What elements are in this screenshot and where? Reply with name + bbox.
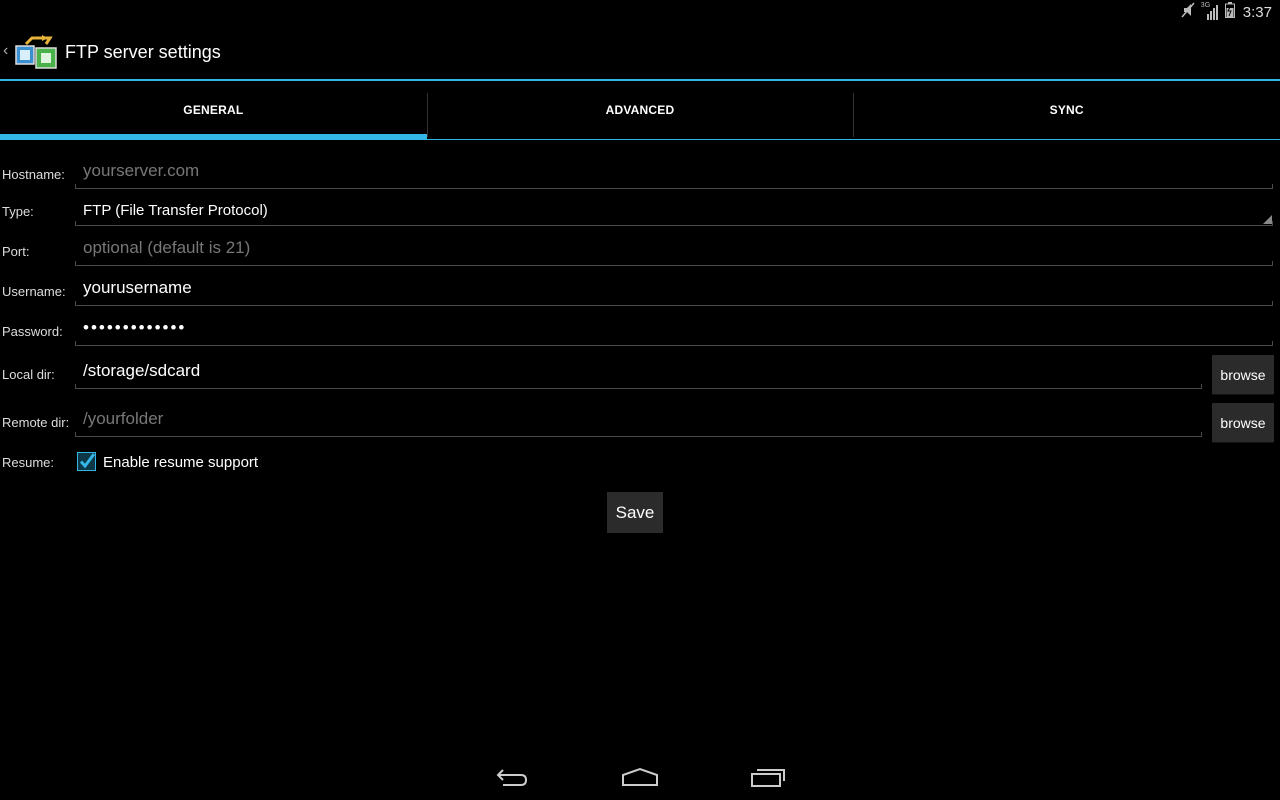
battery-icon [1224,2,1235,23]
chevron-left-icon[interactable]: ‹ [3,42,8,60]
status-icons: 3G 3:37 [1181,2,1272,23]
remote-dir-field[interactable]: /yourfolder [75,409,1202,437]
resume-checkbox-label[interactable]: Enable resume support [103,454,258,471]
hostname-placeholder: yourserver.com [83,161,200,180]
signal-icon: 3G [1200,2,1219,21]
local-dir-browse-button[interactable]: browse [1212,355,1274,395]
navigation-bar [0,752,1280,800]
local-dir-field[interactable]: /storage/sdcard [75,361,1202,389]
tab-sync[interactable]: SYNC [853,91,1280,139]
port-placeholder: optional (default is 21) [83,238,251,257]
hostname-label: Hostname: [2,167,65,182]
status-clock: 3:37 [1242,4,1272,21]
remote-dir-placeholder: /yourfolder [83,409,164,428]
mute-icon [1181,2,1195,23]
tab-bar: GENERAL ADVANCED SYNC [0,91,1280,140]
network-type-label: 3G [1200,2,1211,9]
password-value: ••••••••••••• [83,318,187,337]
tab-label: GENERAL [183,103,244,117]
dropdown-corner-icon [1263,215,1272,224]
home-icon[interactable] [620,762,660,792]
username-label: Username: [2,284,66,299]
local-dir-label: Local dir: [2,367,55,382]
status-bar: 3G 3:37 [0,0,1280,25]
type-spinner[interactable]: FTP (File Transfer Protocol) [75,200,1273,226]
tab-general[interactable]: GENERAL [0,91,427,139]
page-title: FTP server settings [65,42,221,62]
type-label: Type: [2,204,34,219]
password-label: Password: [2,324,63,339]
local-dir-value: /storage/sdcard [83,361,201,380]
tab-label: ADVANCED [605,103,675,117]
port-field[interactable]: optional (default is 21) [75,238,1273,266]
save-button[interactable]: Save [607,492,663,533]
username-value: yourusername [83,278,192,297]
resume-label: Resume: [2,455,55,470]
recent-apps-icon[interactable] [748,762,788,792]
tab-label: SYNC [1049,103,1084,117]
remote-dir-label: Remote dir: [2,415,70,430]
back-icon[interactable] [492,762,532,792]
ftp-folders-icon[interactable] [12,34,60,72]
resume-checkbox[interactable] [77,452,96,471]
username-field[interactable]: yourusername [75,278,1273,306]
action-bar: ‹ FTP server settings [0,25,1280,81]
checkmark-icon [79,453,96,469]
password-field[interactable]: ••••••••••••• [75,318,1273,346]
type-value: FTP (File Transfer Protocol) [83,202,268,219]
remote-dir-browse-button[interactable]: browse [1212,403,1274,443]
hostname-field[interactable]: yourserver.com [75,161,1273,189]
tab-advanced[interactable]: ADVANCED [426,91,854,139]
port-label: Port: [2,244,30,259]
